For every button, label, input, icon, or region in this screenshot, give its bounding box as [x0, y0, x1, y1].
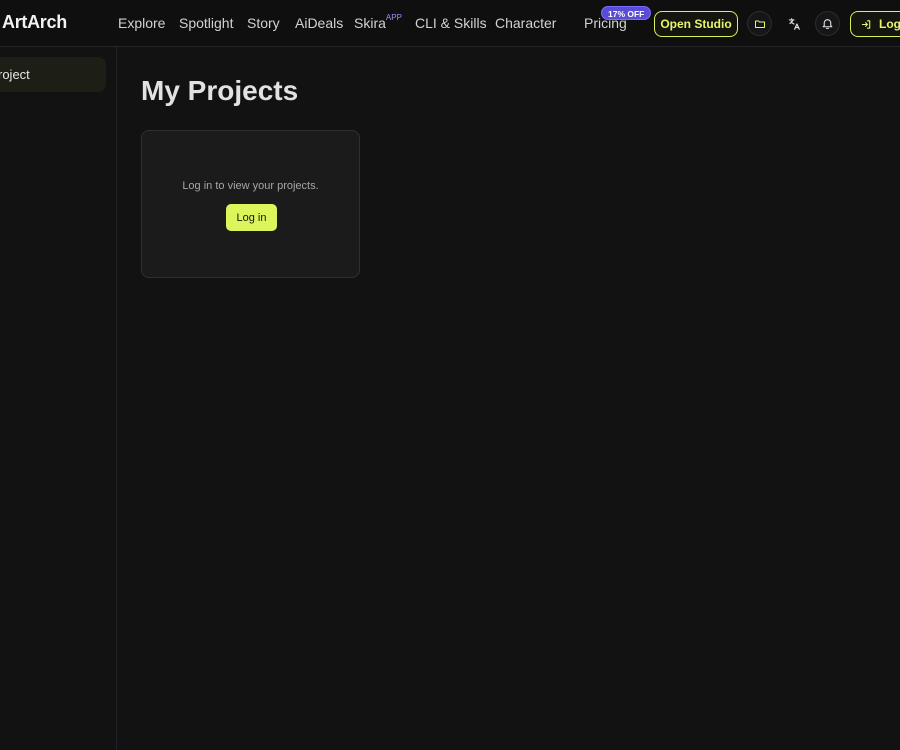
nav-item-aideals[interactable]: AiDeals — [295, 15, 343, 31]
nav-item-character[interactable]: Character — [495, 15, 556, 31]
login-button[interactable]: Log — [850, 11, 900, 37]
pricing-discount-badge: 17% OFF — [601, 6, 652, 20]
nav-item-skira[interactable]: SkiraAPP — [354, 13, 402, 31]
language-button[interactable] — [781, 11, 806, 36]
login-icon — [861, 19, 872, 30]
page-title: My Projects — [141, 75, 299, 106]
folder-icon — [754, 18, 766, 30]
bell-icon — [821, 17, 834, 30]
app-superscript: APP — [385, 13, 402, 23]
empty-projects-card: Log in to view your projects. Log in — [141, 130, 360, 278]
login-button-label: Log — [879, 17, 900, 31]
open-studio-button[interactable]: Open Studio — [654, 11, 738, 37]
nav-item-cli-skills[interactable]: CLI & Skills — [415, 15, 487, 31]
nav-item-spotlight[interactable]: Spotlight — [179, 15, 233, 31]
notifications-button[interactable] — [815, 11, 840, 36]
login-prompt-message: Log in to view your projects. — [182, 180, 319, 192]
card-login-button[interactable]: Log in — [226, 204, 277, 231]
sidebar: roject — [0, 47, 117, 750]
nav-item-explore[interactable]: Explore — [118, 15, 165, 31]
sidebar-item-project[interactable]: roject — [0, 57, 106, 92]
top-navigation-bar: ArtArch Explore Spotlight Story AiDeals … — [0, 0, 900, 47]
translate-icon — [787, 17, 801, 31]
folder-button[interactable] — [747, 11, 772, 36]
nav-item-skira-label: Skira — [354, 15, 386, 31]
logo[interactable]: ArtArch — [2, 12, 67, 33]
nav-item-story[interactable]: Story — [247, 15, 280, 31]
